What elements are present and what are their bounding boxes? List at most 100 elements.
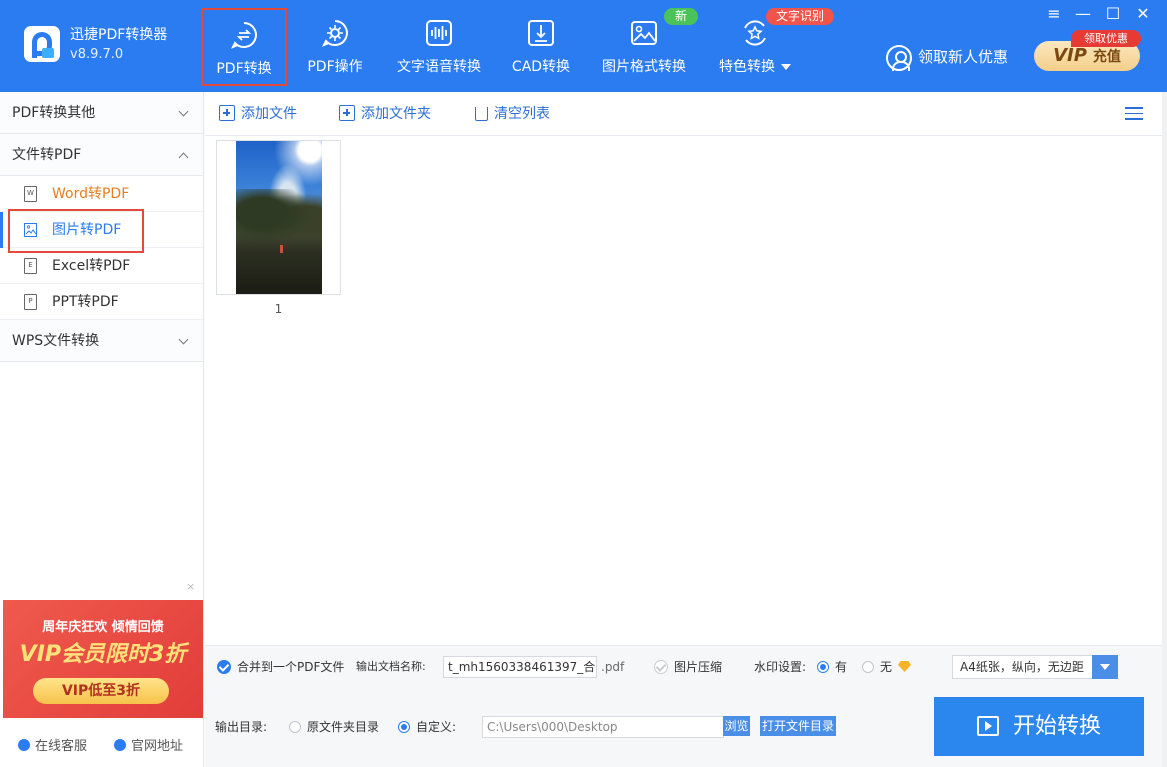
user-icon — [886, 44, 912, 71]
pdf-convert-icon — [230, 22, 257, 49]
nav-label: 图片格式转换 — [602, 59, 686, 75]
list-view-icon[interactable] — [1125, 107, 1143, 121]
file-list-area: 1 — [205, 137, 1167, 645]
sidebar-item-excel-to-pdf[interactable]: E Excel转PDF — [0, 248, 203, 284]
excel-file-icon: E — [24, 258, 37, 274]
page-setting-value: A4纸张，纵向，无边距 — [960, 660, 1084, 674]
promo-button[interactable]: VIP低至3折 — [33, 678, 169, 704]
output-dir-label: 输出目录: — [215, 720, 268, 734]
app-logo-icon — [24, 26, 60, 62]
output-name-label: 输出文档名称: — [356, 660, 426, 673]
sidebar-item-ppt-to-pdf[interactable]: P PPT转PDF — [0, 284, 203, 320]
watermark-label: 水印设置: — [754, 660, 807, 674]
app-name: 迅捷PDF转换器 — [70, 27, 168, 43]
page-setting-select[interactable]: A4纸张，纵向，无边距 — [952, 655, 1118, 679]
watermark-yes-radio[interactable]: 有 — [817, 659, 847, 675]
image-compress-checkbox[interactable]: 图片压缩 — [654, 659, 722, 675]
chevron-down-icon — [178, 334, 189, 345]
file-index: 1 — [274, 302, 283, 316]
promo-line-2: VIP会员限时3折 — [19, 642, 187, 667]
image-preview — [236, 141, 322, 294]
checkmark-icon — [654, 660, 668, 674]
sidebar-footer: 在线客服 官网地址 — [0, 735, 203, 759]
vip-promo-banner[interactable]: 周年庆狂欢 倾情回馈 VIP会员限时3折 VIP低至3折 — [3, 600, 203, 718]
promo-close-icon[interactable]: × — [186, 580, 195, 593]
clear-list-button[interactable]: 清空列表 — [475, 105, 550, 123]
vip-text: VIP — [1053, 45, 1087, 66]
coupon-label: 领取新人优惠 — [918, 48, 1009, 66]
selection-highlight — [8, 209, 144, 253]
promo-line-1: 周年庆狂欢 倾情回馈 — [42, 620, 164, 635]
nav-label: PDF转换 — [216, 61, 272, 77]
file-extension: .pdf — [601, 660, 625, 674]
chevron-down-icon — [781, 64, 791, 70]
nav-tab-text-speech[interactable]: 文字语音转换 — [393, 8, 485, 86]
nav-label: PDF操作 — [307, 59, 363, 75]
headset-icon — [18, 739, 30, 751]
file-thumbnail[interactable] — [216, 140, 341, 295]
add-folder-icon — [339, 105, 355, 121]
word-file-icon: W — [24, 186, 37, 202]
watermark-no-radio[interactable]: 无 — [862, 659, 912, 675]
sidebar-group-pdf-other[interactable]: PDF转换其他 — [0, 92, 203, 134]
app-version: v8.9.7.0 — [70, 47, 124, 62]
vip-recharge-label: 充值 — [1092, 49, 1121, 65]
chevron-up-icon — [178, 152, 189, 163]
sidebar-group-label: 文件转PDF — [12, 147, 82, 163]
image-icon — [631, 21, 657, 45]
trash-icon — [475, 107, 488, 121]
radio-icon — [398, 721, 410, 733]
minimize-button[interactable]: — — [1072, 4, 1094, 24]
sidebar-item-label: Excel转PDF — [52, 258, 131, 274]
play-icon — [976, 716, 999, 736]
add-file-button[interactable]: 添加文件 — [219, 105, 297, 123]
sidebar-item-label: Word转PDF — [52, 186, 130, 202]
custom-dir-radio[interactable]: 自定义: — [398, 719, 456, 735]
cad-icon — [528, 20, 554, 46]
menu-icon[interactable]: ≡ — [1043, 4, 1065, 24]
browser-icon — [114, 739, 126, 751]
original-dir-radio[interactable]: 原文件夹目录 — [289, 719, 379, 735]
sidebar-group-wps[interactable]: WPS文件转换 — [0, 320, 203, 362]
online-service-link[interactable]: 在线客服 — [18, 738, 87, 756]
new-badge: 新 — [664, 8, 698, 25]
output-path-input[interactable]: C:\Users\000\Desktop — [482, 716, 724, 738]
start-convert-button[interactable]: 开始转换 — [934, 697, 1144, 756]
nav-tab-cad[interactable]: CAD转换 — [507, 8, 575, 86]
radio-icon — [289, 721, 301, 733]
checkmark-icon — [217, 660, 231, 674]
add-folder-button[interactable]: 添加文件夹 — [339, 105, 431, 123]
merge-pdf-checkbox[interactable]: 合并到一个PDF文件 — [217, 659, 344, 675]
radio-icon — [862, 661, 874, 673]
sidebar-group-file-to-pdf[interactable]: 文件转PDF — [0, 134, 203, 176]
title-bar: 迅捷PDF转换器 v8.9.7.0 PDF转换 PDF操作 文字语音转换 CAD… — [0, 0, 1167, 92]
sidebar-item-label: PPT转PDF — [52, 294, 119, 310]
radio-icon — [817, 661, 829, 673]
vip-offer-tag: 领取优惠 — [1071, 30, 1141, 47]
conversion-options: 合并到一个PDF文件 输出文档名称: t_mh1560338461397_合并 … — [205, 645, 1167, 767]
new-user-coupon-button[interactable]: 领取新人优惠 — [886, 42, 1008, 72]
close-button[interactable]: ✕ — [1132, 4, 1154, 24]
sidebar-group-label: PDF转换其他 — [12, 105, 96, 121]
sidebar-item-word-to-pdf[interactable]: W Word转PDF — [0, 176, 203, 212]
star-icon — [744, 20, 766, 46]
sidebar-group-label: WPS文件转换 — [12, 333, 100, 349]
nav-label: CAD转换 — [511, 59, 571, 75]
browse-button[interactable]: 浏览 — [723, 716, 750, 736]
open-folder-button[interactable]: 打开文件目录 — [760, 716, 836, 736]
chevron-down-icon — [178, 106, 189, 117]
nav-label: 文字语音转换 — [397, 59, 481, 75]
nav-tab-pdf-convert[interactable]: PDF转换 — [201, 8, 287, 86]
nav-tab-pdf-operation[interactable]: PDF操作 — [298, 8, 372, 86]
ocr-badge: 文字识别 — [766, 8, 834, 25]
file-toolbar: 添加文件 添加文件夹 清空列表 — [205, 92, 1167, 136]
website-link[interactable]: 官网地址 — [114, 738, 183, 756]
nav-label-with-dropdown: 特色转换 — [712, 58, 798, 76]
dropdown-arrow-icon[interactable] — [1092, 655, 1118, 679]
window-edge — [1162, 92, 1167, 767]
maximize-button[interactable]: ☐ — [1102, 4, 1124, 24]
gear-icon — [321, 20, 348, 47]
output-name-input[interactable]: t_mh1560338461397_合并 — [443, 656, 597, 678]
vip-diamond-icon — [898, 661, 912, 672]
add-file-icon — [219, 105, 235, 121]
